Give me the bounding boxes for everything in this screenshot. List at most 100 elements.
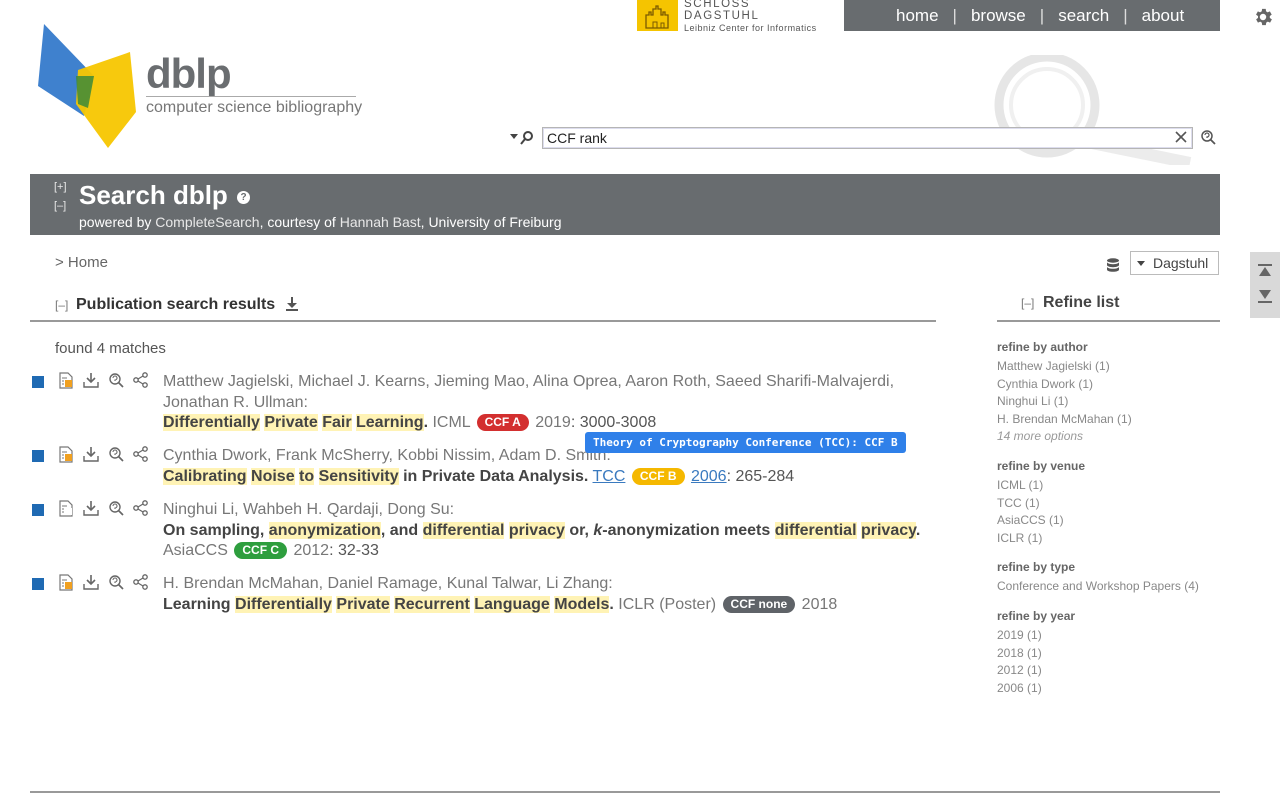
nav-about[interactable]: about [1142,6,1185,26]
entry-year[interactable]: 2012 [293,542,329,559]
search-options-dropdown[interactable] [509,131,539,150]
entry-venue[interactable]: ICML [432,414,470,431]
download-icon[interactable] [83,372,99,393]
ccf-rank-badge: CCF B [631,467,685,485]
entry-authors[interactable]: Ninghui Li, Wahbeh H. Qardaji, Dong Su: [163,501,454,518]
scroll-top-icon[interactable] [1257,264,1273,283]
more-options-link[interactable]: 14 more options [997,428,1132,446]
title-highlight: Differentially [235,595,332,613]
logo-subtitle: computer science bibliography [146,99,363,116]
entry-pages: : 3000-3008 [570,414,657,431]
refine-collapse-toggle[interactable]: [–] [1021,296,1034,310]
entry-title: On sampling, anonymization, and differen… [163,521,920,539]
refine-heading: refine by author [997,340,1088,354]
results-collapse-toggle[interactable]: [–] [55,298,68,312]
refine-option[interactable]: Cynthia Dwork (1) [997,376,1132,394]
settings-gear-icon[interactable] [1252,6,1274,33]
scroll-bottom-icon[interactable] [1257,289,1273,308]
collapse-toggle[interactable]: [–] [54,200,66,212]
refine-heading: refine by type [997,560,1076,574]
title-text: in Private Data Analysis. [398,467,589,485]
help-icon[interactable]: ? [237,191,250,204]
entry-year[interactable]: 2019 [535,414,571,431]
search-details-icon[interactable] [107,574,125,597]
ccf-rank-badge: CCF none [722,595,796,613]
refine-heading: refine by year [997,609,1076,623]
refine-title: Refine list [1043,294,1120,311]
entry-pages: : 265-284 [726,467,795,485]
title-highlight: to [299,467,315,485]
database-icon[interactable] [1106,258,1120,277]
title-highlight: Learning [356,414,424,431]
title-text: -anonymization meets [602,521,775,539]
title-text: , and [380,521,423,539]
pdf-icon[interactable] [59,372,73,394]
refine-option[interactable]: 2006 (1) [997,680,1075,698]
nav-home[interactable]: home [896,6,939,26]
entry-type-marker [32,376,44,388]
refine-option[interactable]: Conference and Workshop Papers (4) [997,578,1199,596]
refine-option[interactable]: 2019 (1) [997,627,1075,645]
match-count: found 4 matches [55,340,166,357]
search-details-icon[interactable] [107,446,125,469]
download-icon[interactable] [83,574,99,595]
mirror-select[interactable]: Dagstuhl [1130,251,1219,275]
nav-browse[interactable]: browse [971,6,1026,26]
entry-authors[interactable]: H. Brendan McMahan, Daniel Ramage, Kunal… [163,575,613,592]
title-text: k [593,521,603,539]
search-details-icon[interactable] [107,372,125,395]
refine-option[interactable]: ICLR (1) [997,530,1085,548]
pdf-icon[interactable] [59,500,73,522]
breadcrumb[interactable]: > Home [55,254,108,271]
completesearch-link[interactable]: CompleteSearch [155,214,259,230]
title-highlight: Language [474,595,550,613]
entry-authors[interactable]: Cynthia Dwork, Frank McSherry, Kobbi Nis… [163,447,611,464]
refine-option[interactable]: Ninghui Li (1) [997,393,1132,411]
refine-by-type: refine by type Conference and Workshop P… [997,560,1199,596]
pdf-icon[interactable] [59,446,73,468]
pdf-icon[interactable] [59,574,73,596]
dblp-logo-icon[interactable] [38,24,138,155]
title-highlight: Private [264,414,318,431]
entry-venue[interactable]: TCC [593,468,626,485]
entry-venue[interactable]: AsiaCCS [163,542,228,559]
dagstuhl-logo[interactable]: SCHLOSS DAGSTUHL Leibniz Center for Info… [637,0,827,33]
refine-option[interactable]: AsiaCCS (1) [997,512,1085,530]
nav-search[interactable]: search [1058,6,1109,26]
title-text: or, [564,521,594,539]
powered-by-text: powered by [79,214,156,230]
expand-toggle[interactable]: [+] [54,181,67,193]
scroll-panel [1250,252,1280,318]
download-icon[interactable] [83,500,99,521]
clear-search-icon[interactable] [1174,130,1188,149]
hannah-bast-link[interactable]: Hannah Bast [340,214,421,230]
search-help-icon[interactable] [1199,129,1217,152]
title-highlight: Calibrating [163,467,247,485]
refine-option[interactable]: 2018 (1) [997,645,1075,663]
entry-authors[interactable]: Matthew Jagielski, Michael J. Kearns, Ji… [163,373,894,411]
title-highlight: Differentially [163,414,260,431]
download-icon[interactable] [285,296,299,317]
share-icon[interactable] [133,574,149,595]
entry-year[interactable]: 2018 [802,596,838,613]
refine-option[interactable]: TCC (1) [997,495,1085,513]
share-icon[interactable] [133,500,149,521]
refine-option[interactable]: H. Brendan McMahan (1) [997,411,1132,429]
refine-option[interactable]: Matthew Jagielski (1) [997,358,1132,376]
refine-option[interactable]: ICML (1) [997,477,1085,495]
title-text [314,468,318,485]
share-icon[interactable] [133,446,149,467]
title-highlight: anonymization [268,521,381,539]
title-highlight: Private [336,595,390,613]
refine-heading: refine by venue [997,459,1086,473]
search-input[interactable] [542,127,1193,149]
affiliation-text: , University of Freiburg [420,214,562,230]
share-icon[interactable] [133,372,149,393]
search-details-icon[interactable] [107,500,125,523]
entry-venue[interactable]: ICLR (Poster) [618,596,716,613]
refine-by-venue: refine by venue ICML (1) TCC (1) AsiaCCS… [997,459,1085,547]
entry-year[interactable]: 2006 [691,468,727,485]
title-highlight: Sensitivity [318,467,399,485]
refine-option[interactable]: 2012 (1) [997,662,1075,680]
download-icon[interactable] [83,446,99,467]
